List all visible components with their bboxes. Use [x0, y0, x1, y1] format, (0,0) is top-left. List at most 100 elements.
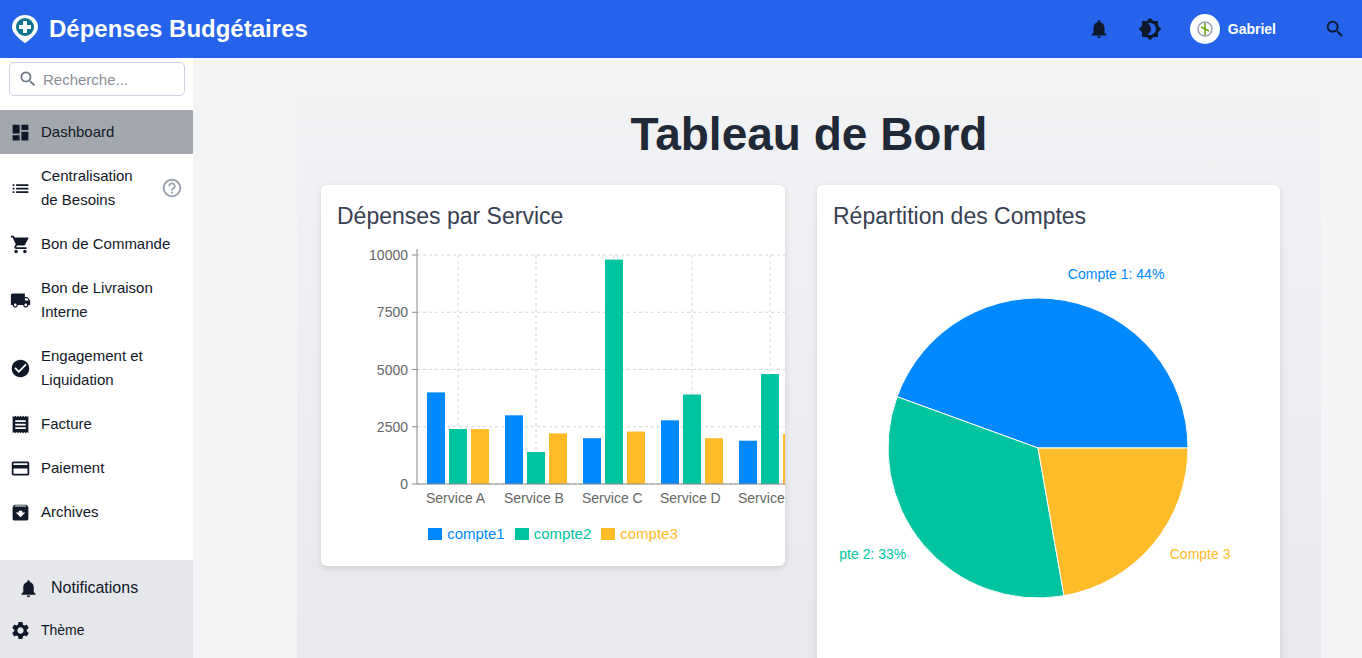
- top-actions: Gabriel: [1088, 14, 1346, 44]
- bar[interactable]: [471, 429, 489, 484]
- bar[interactable]: [783, 434, 785, 484]
- search-input[interactable]: [41, 70, 176, 89]
- bar[interactable]: [527, 452, 545, 484]
- x-tick: Service: [738, 490, 785, 506]
- sidebar-item[interactable]: Facture: [0, 402, 193, 446]
- sidebar-item[interactable]: Engagement et Liquidation: [0, 334, 193, 402]
- legend-item[interactable]: compte3: [601, 525, 678, 542]
- search-button[interactable]: [1324, 18, 1346, 40]
- legend-swatch: [515, 528, 529, 540]
- main: Tableau de BordDépenses par Service02500…: [193, 58, 1362, 658]
- nav-icon: [10, 358, 31, 379]
- body: Dashboard Centralisation de Besoins Bon de…: [0, 58, 1362, 658]
- sidebar-item-label: Facture: [41, 412, 183, 436]
- pie-slice[interactable]: [1038, 448, 1188, 596]
- dashboard: Tableau de BordDépenses par Service02500…: [297, 95, 1321, 658]
- sidebar-item[interactable]: Bon de Commande: [0, 222, 193, 266]
- bar-chart: 0 2500 5000 7500 10000 Service A Service B Serv…: [337, 243, 785, 505]
- pie-chart: Compte 1: 44%pte 2: 33%Compte 3: [833, 243, 1264, 658]
- sidebar-item[interactable]: Dashboard: [0, 110, 193, 154]
- legend-label: compte3: [620, 525, 678, 542]
- pie-slice[interactable]: [888, 397, 1064, 598]
- bell-icon: [1088, 18, 1110, 40]
- y-tick: 10000: [369, 247, 408, 263]
- user-menu[interactable]: Gabriel: [1190, 14, 1276, 44]
- bar[interactable]: [627, 432, 645, 484]
- sidebar-nav: Dashboard Centralisation de Besoins Bon de…: [0, 110, 193, 560]
- bar[interactable]: [705, 438, 723, 484]
- x-tick: Service D: [660, 490, 721, 506]
- sidebar-search[interactable]: [9, 62, 185, 96]
- nav-icon: [10, 178, 31, 199]
- bar-chart-card: Dépenses par Service025005000750010000Se…: [321, 185, 785, 566]
- x-tick: Service C: [582, 490, 643, 506]
- bar[interactable]: [761, 374, 779, 484]
- bar[interactable]: [683, 395, 701, 484]
- legend-swatch: [601, 528, 615, 540]
- chart-legend: compte1 compte2 compte3: [337, 525, 769, 542]
- avatar: [1190, 14, 1220, 44]
- y-tick: 0: [400, 476, 408, 492]
- bar[interactable]: [661, 420, 679, 484]
- x-tick: Service A: [426, 490, 486, 506]
- bar[interactable]: [549, 433, 567, 484]
- sidebar-footer-item[interactable]: Notifications: [0, 566, 193, 610]
- theme-button[interactable]: [1138, 17, 1162, 41]
- bar[interactable]: [427, 392, 445, 484]
- app-shell: Dépenses Budgétaires Gabriel Dashboard Cent…: [0, 0, 1362, 658]
- bar[interactable]: [449, 429, 467, 484]
- sidebar-footer: Notifications Thème: [0, 560, 193, 658]
- y-tick: 5000: [377, 362, 408, 378]
- sidebar-item[interactable]: Centralisation de Besoins: [0, 154, 193, 222]
- sidebar-item[interactable]: Paiement: [0, 446, 193, 490]
- sidebar-item-label: Paiement: [41, 456, 183, 480]
- y-tick: 7500: [377, 304, 408, 320]
- bar[interactable]: [739, 441, 757, 484]
- nav-icon: [10, 502, 31, 523]
- search-icon: [18, 69, 38, 89]
- app-title: Dépenses Budgétaires: [49, 15, 308, 43]
- bar[interactable]: [583, 438, 601, 484]
- sidebar-item-label: Dashboard: [41, 120, 183, 144]
- card-title: Répartition des Comptes: [833, 201, 1264, 231]
- search-icon: [1324, 18, 1346, 40]
- pie-label: Compte 1: 44%: [1068, 266, 1165, 282]
- brand: Dépenses Budgétaires: [9, 13, 1088, 45]
- nav-icon: [10, 122, 31, 143]
- x-tick: Service B: [504, 490, 564, 506]
- notifications-button[interactable]: [1088, 18, 1110, 40]
- avatar-icon: [1196, 20, 1214, 38]
- nav-icon: [10, 458, 31, 479]
- bell-icon: [18, 578, 39, 599]
- footer-item-label: Thème: [41, 618, 85, 642]
- card-grid: Dépenses par Service025005000750010000Se…: [321, 185, 1297, 658]
- legend-swatch: [428, 528, 442, 540]
- sidebar-footer-item[interactable]: Thème: [0, 610, 193, 650]
- nav-icon: [10, 414, 31, 435]
- pie-label: Compte 3: [1170, 546, 1231, 562]
- nav-icon: [10, 290, 31, 311]
- sidebar: Dashboard Centralisation de Besoins Bon de…: [0, 58, 193, 658]
- sidebar-item[interactable]: Archives: [0, 490, 193, 534]
- sidebar-item-label: Engagement et Liquidation: [41, 344, 183, 392]
- legend-label: compte1: [447, 525, 505, 542]
- sidebar-item-label: Centralisation de Besoins: [41, 164, 151, 212]
- sidebar-item-label: Archives: [41, 500, 183, 524]
- gear-icon: [10, 620, 31, 641]
- sidebar-item-label: Bon de Livraison Interne: [41, 276, 183, 324]
- page-title: Tableau de Bord: [321, 105, 1297, 163]
- help-icon[interactable]: [161, 177, 183, 199]
- sidebar-item[interactable]: Bon de Livraison Interne: [0, 266, 193, 334]
- user-name: Gabriel: [1228, 21, 1276, 37]
- legend-label: compte2: [534, 525, 592, 542]
- brightness-icon: [1138, 17, 1162, 41]
- legend-item[interactable]: compte2: [515, 525, 592, 542]
- pie-chart-card: Répartition des Comptes Compte 1: 44%pte …: [817, 185, 1280, 658]
- bar[interactable]: [605, 260, 623, 484]
- y-tick: 2500: [377, 419, 408, 435]
- legend-item[interactable]: compte1: [428, 525, 505, 542]
- footer-item-label: Notifications: [51, 576, 138, 600]
- sidebar-item-label: Bon de Commande: [41, 232, 183, 256]
- nav-icon: [10, 234, 31, 255]
- bar[interactable]: [505, 415, 523, 484]
